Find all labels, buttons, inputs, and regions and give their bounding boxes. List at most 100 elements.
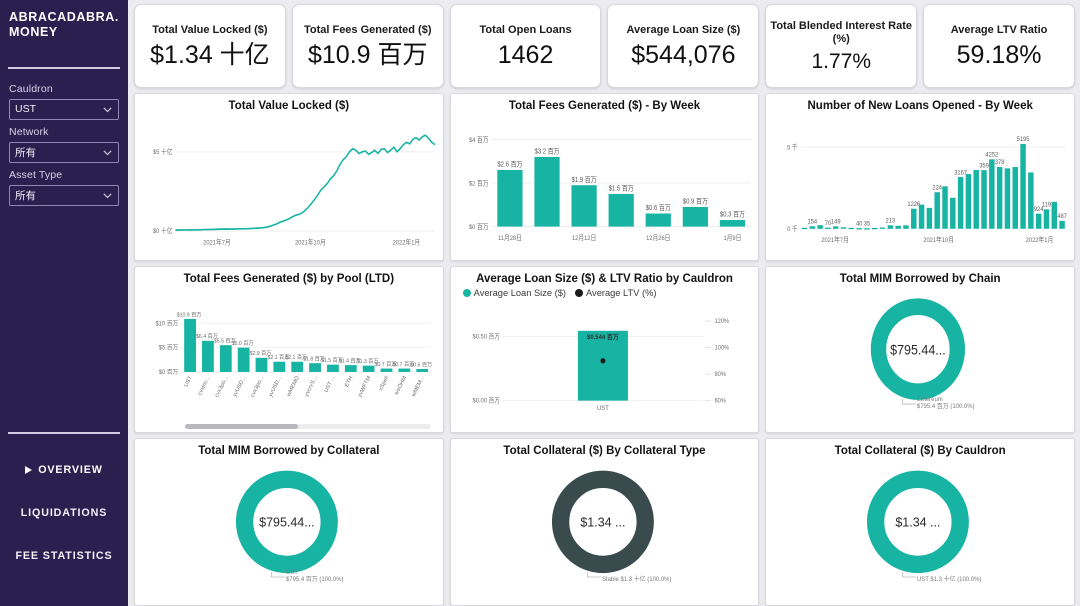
svg-text:$0.3 百万: $0.3 百万 [720,210,746,219]
plot-area: $0.00 百万 $0.50 百万 60% 80% 100% 120% $0.544 百万 U… [451,298,759,432]
svg-text:2022年1月: 2022年1月 [1026,235,1054,244]
chart-card-collateral-by-type[interactable]: Total Collateral ($) By Collateral Type … [449,438,760,606]
chevron-down-icon [102,147,113,158]
chart-row-3: Total MIM Borrowed by Collateral $795.44… [134,438,1076,606]
svg-text:$3.2 百万: $3.2 百万 [534,147,560,156]
plot-area: $795.44... UST $795.4 百万 (100.0%) [135,460,443,605]
svg-text:$0.9 百万: $0.9 百万 [682,197,708,206]
svg-text:wMEM...: wMEM... [410,375,426,399]
chart-card-new-loans-by-week[interactable]: Number of New Loans Opened - By Week 5 千… [765,93,1076,261]
kpi-label: Total Open Loans [479,24,572,37]
svg-text:$0.6 百万: $0.6 百万 [645,203,671,212]
svg-text:yvUSD...: yvUSD... [232,375,247,398]
svg-text:$5.0 百万: $5.0 百万 [232,340,254,347]
chevron-down-icon [102,104,113,115]
svg-text:60%: 60% [714,399,726,405]
legend-item-avg-loan-size[interactable]: Average Loan Size ($) [462,288,567,299]
chart-title: Number of New Loans Opened - By Week [807,100,1033,112]
svg-text:$2 百万: $2 百万 [469,180,489,187]
filter-select-network[interactable]: 所有 [9,141,119,163]
legend-item-avg-ltv[interactable]: Average LTV (%) [575,288,656,298]
kpi-card-blended-interest-rate[interactable]: Total Blended Interest Rate (%) 1.77% [765,4,918,88]
plot-area: $0 百万 $5 百万 $10 百万 $10.9 百万 UST $6.4 百万 cvxtri… [135,287,443,432]
kpi-value: 59.18% [956,40,1042,69]
chart-card-mim-by-collateral[interactable]: Total MIM Borrowed by Collateral $795.44… [134,438,444,606]
svg-text:0 千: 0 千 [788,224,799,233]
svg-text:40: 40 [856,220,863,227]
svg-text:UST: UST [184,375,194,389]
svg-text:$0.50 百万: $0.50 百万 [472,334,500,341]
plot-area: $5 十亿 $0 十亿 2021年7月 2021年10月 2022年1月 [135,115,443,260]
chart-legend: Average Loan Size ($) Average LTV (%) [451,287,759,298]
kpi-card-total-value-locked[interactable]: Total Value Locked ($) $1.34 十亿 [134,4,286,88]
svg-text:487: 487 [1058,212,1068,219]
chart-title: Total Collateral ($) By Cauldron [834,445,1006,458]
kpi-value: $10.9 百万 [307,40,428,69]
filter-value-network: 所有 [15,146,36,159]
legend-label: Average Loan Size ($) [473,288,567,299]
chart-card-total-fees-by-week[interactable]: Total Fees Generated ($) - By Week $0 百万… [449,93,760,261]
kpi-label: Average Loan Size ($) [626,24,741,37]
play-triangle-icon [25,465,33,474]
sidebar-nav: OVERVIEW LIQUIDATIONS FEE STATISTICS [0,448,128,577]
svg-text:$1.5 百万: $1.5 百万 [608,184,634,193]
plot-area: 5 千0 千 154 70 149 40 35 213 1226 224 3167 359 4252 3… [766,115,1074,260]
svg-text:cvx3po...: cvx3po... [214,375,229,399]
svg-text:2021年7月: 2021年7月 [822,235,850,244]
svg-text:$795.44...: $795.44... [890,342,946,358]
chart-card-mim-by-chain[interactable]: Total MIM Borrowed by Chain $795.44... Et… [765,265,1076,434]
scrollbar-thumb[interactable] [185,424,298,430]
kpi-card-total-fees-generated[interactable]: Total Fees Generated ($) $10.9 百万 [291,4,444,88]
plot-area: $795.44... Ethereum $795.4 百万 (100.0%) [766,287,1074,432]
svg-text:UST: UST [286,570,298,576]
kpi-card-total-open-loans[interactable]: Total Open Loans 1462 [449,4,602,88]
svg-text:$1.34 ...: $1.34 ... [580,516,625,530]
kpi-row: Total Value Locked ($) $1.34 十亿 Total Fe… [134,4,1075,88]
chart-card-collateral-by-cauldron[interactable]: Total Collateral ($) By Cauldron $1.34 .… [765,438,1076,606]
svg-text:$0.6 百万: $0.6 百万 [410,362,432,369]
chart-card-total-value-locked[interactable]: Total Value Locked ($) $5 十亿 $0 十亿 2021年7月… [134,93,444,261]
svg-text:xSpell: xSpell [378,375,390,392]
svg-text:11月28日: 11月28日 [498,234,522,241]
chart-title: Total Collateral ($) By Collateral Type [503,445,706,458]
svg-text:$795.44...: $795.44... [259,516,315,530]
svg-text:4252: 4252 [986,151,999,158]
plot-area: $0 百万 $2 百万 $4 百万 $2.6 百万 $3.2 百万 $1.9 百万 $1.5… [451,115,759,260]
svg-text:cvxtric...: cvxtric... [197,375,212,397]
svg-text:1月9日: 1月9日 [723,234,741,241]
svg-text:5195: 5195 [1017,135,1030,142]
svg-text:224: 224 [933,184,943,191]
dashboard-root: ABRACADABRA. MONEY Cauldron UST Network … [0,0,1080,606]
chart-card-fees-by-pool[interactable]: Total Fees Generated ($) by Pool (LTD) $… [134,265,444,434]
svg-text:$2.6 百万: $2.6 百万 [497,160,523,169]
kpi-value: 1.77% [811,50,871,74]
sidebar-item-fee-statistics[interactable]: FEE STATISTICS [0,534,128,577]
svg-text:1226: 1226 [908,200,921,207]
svg-text:$0.00 百万: $0.00 百万 [472,398,500,405]
svg-text:$5 百万: $5 百万 [159,345,179,352]
sidebar-item-overview[interactable]: OVERVIEW [0,448,128,491]
svg-text:UST $1.3 十亿 (100.0%): UST $1.3 十亿 (100.0%) [917,575,981,583]
report-canvas: Total Value Locked ($) $1.34 十亿 Total Fe… [128,0,1080,606]
filter-select-asset-type[interactable]: 所有 [9,184,119,206]
svg-text:$4 百万: $4 百万 [469,136,489,143]
chart-title: Total MIM Borrowed by Chain [839,272,1001,285]
kpi-card-average-ltv-ratio[interactable]: Average LTV Ratio 59.18% [923,4,1075,88]
svg-text:80%: 80% [714,372,726,378]
filter-select-cauldron[interactable]: UST [9,98,119,120]
chart-title: Total Fees Generated ($) by Pool (LTD) [183,272,395,285]
horizontal-scrollbar[interactable] [185,424,431,430]
kpi-card-average-loan-size[interactable]: Average Loan Size ($) $544,076 [607,4,760,88]
svg-text:Ethereum: Ethereum [917,396,943,403]
svg-text:$795.4 百万 (100.0%): $795.4 百万 (100.0%) [917,403,975,410]
filter-label-asset-type: Asset Type [9,168,63,181]
chart-card-avg-loan-size-ltv[interactable]: Average Loan Size ($) & LTV Ratio by Cau… [449,265,760,434]
kpi-label: Total Fees Generated ($) [303,24,432,37]
filter-value-cauldron: UST [15,103,36,115]
sidebar-item-liquidations[interactable]: LIQUIDATIONS [0,491,128,534]
chart-title: Total Value Locked ($) [228,100,350,112]
chart-title: Total MIM Borrowed by Collateral [198,445,380,458]
sidebar-item-label-fee-statistics: FEE STATISTICS [15,549,113,562]
svg-text:ETH: ETH [344,375,354,388]
svg-text:$10 百万: $10 百万 [156,321,179,328]
